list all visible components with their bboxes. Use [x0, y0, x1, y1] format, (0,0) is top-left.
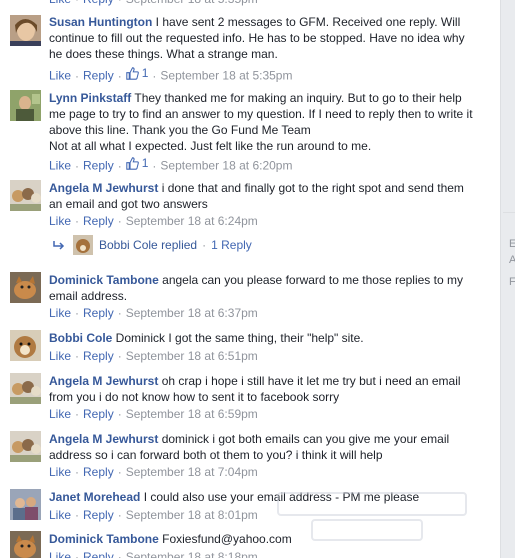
sidebar-letter: A	[509, 254, 515, 266]
right-sidebar: E A F	[500, 0, 515, 558]
comment-timestamp[interactable]: September 18 at 7:04pm	[126, 465, 258, 479]
sidebar-letter: F	[509, 276, 515, 288]
avatar[interactable]	[10, 90, 41, 121]
comment-text: Dominick I got the same thing, their "he…	[115, 331, 364, 345]
like-link[interactable]: Like	[49, 69, 71, 83]
comment-actions: Like · Reply · 1 · September 18 at 6:20pm	[49, 155, 293, 173]
reply-link[interactable]: Reply	[83, 0, 114, 6]
comment-author[interactable]: Lynn Pinkstaff	[49, 91, 131, 105]
like-link[interactable]: Like	[49, 306, 71, 320]
reply-link[interactable]: Reply	[83, 407, 114, 421]
comment-timestamp[interactable]: September 18 at 6:24pm	[126, 214, 258, 228]
like-link[interactable]: Like	[49, 465, 71, 479]
comment-timestamp[interactable]: September 18 at 6:51pm	[126, 349, 258, 363]
reply-author[interactable]: Bobbi Cole	[99, 235, 158, 255]
avatar[interactable]	[10, 431, 41, 462]
avatar	[73, 235, 93, 255]
reply-count[interactable]: 1 Reply	[211, 235, 252, 255]
like-link[interactable]: Like	[49, 349, 71, 363]
comment-actions: Like · Reply · 1 · September 18 at 5:35pm	[49, 65, 293, 83]
comment-timestamp[interactable]: September 18 at 8:18pm	[126, 550, 258, 558]
comment-timestamp[interactable]: September 18 at 6:37pm	[126, 306, 258, 320]
comment-text-continued: Not at all what I expected. Just felt li…	[49, 139, 372, 153]
comment-actions: Like · Reply · September 18 at 8:01pm	[49, 508, 258, 522]
reply-link[interactable]: Reply	[83, 349, 114, 363]
thumbs-up-icon	[125, 156, 139, 170]
comment-author[interactable]: Susan Huntington	[49, 15, 152, 29]
avatar[interactable]	[10, 489, 41, 520]
comment-author[interactable]: Angela M Jewhurst	[49, 374, 158, 388]
comment-actions: Like · Reply · September 18 at 6:51pm	[49, 349, 258, 363]
comment-author[interactable]: Dominick Tambone	[49, 273, 159, 287]
like-link[interactable]: Like	[49, 508, 71, 522]
avatar[interactable]	[10, 330, 41, 361]
comment-actions: Like · Reply · September 18 at 6:59pm	[49, 407, 258, 421]
comment-timestamp[interactable]: September 18 at 5:35pm	[160, 69, 292, 83]
comment-timestamp[interactable]: September 18 at 5:35pm	[126, 0, 258, 6]
comment-timestamp[interactable]: September 18 at 6:20pm	[160, 159, 292, 173]
reply-arrow-icon	[53, 241, 65, 250]
comment-author[interactable]: Bobbi Cole	[49, 331, 112, 345]
like-count[interactable]: 1	[125, 65, 148, 81]
watermark-logo	[277, 492, 467, 541]
comment-actions: Like · Reply · September 18 at 8:18pm	[49, 549, 258, 558]
comment-author[interactable]: Angela M Jewhurst	[49, 432, 158, 446]
reply-link[interactable]: Reply	[83, 508, 114, 522]
reply-link[interactable]: Reply	[83, 306, 114, 320]
replies-summary[interactable]: Bobbi Cole replied · 1 Reply	[53, 235, 252, 255]
thumbs-up-icon	[125, 66, 139, 80]
comment-feed: Like·Reply·September 18 at 5:35pm Susan …	[0, 0, 500, 558]
comment-actions-partial: Like·Reply·September 18 at 5:35pm	[49, 0, 258, 7]
like-link[interactable]: Like	[49, 0, 71, 6]
reply-link[interactable]: Reply	[83, 465, 114, 479]
divider	[503, 212, 515, 213]
like-count[interactable]: 1	[125, 155, 148, 171]
reply-link[interactable]: Reply	[83, 214, 114, 228]
reply-link[interactable]: Reply	[83, 69, 114, 83]
like-link[interactable]: Like	[49, 159, 71, 173]
comment-actions: Like · Reply · September 18 at 6:37pm	[49, 306, 258, 320]
sidebar-letter: E	[509, 238, 515, 250]
reply-link[interactable]: Reply	[83, 159, 114, 173]
reply-link[interactable]: Reply	[83, 550, 114, 558]
like-link[interactable]: Like	[49, 407, 71, 421]
avatar[interactable]	[10, 15, 41, 46]
comment-timestamp[interactable]: September 18 at 6:59pm	[126, 407, 258, 421]
comment-author[interactable]: Angela M Jewhurst	[49, 181, 158, 195]
like-link[interactable]: Like	[49, 550, 71, 558]
comment-author[interactable]: Dominick Tambone	[49, 532, 159, 546]
comment-author[interactable]: Janet Morehead	[49, 490, 140, 504]
reply-action: replied	[161, 238, 198, 252]
avatar[interactable]	[10, 373, 41, 404]
comment-timestamp[interactable]: September 18 at 8:01pm	[126, 508, 258, 522]
like-link[interactable]: Like	[49, 214, 71, 228]
comment-actions: Like · Reply · September 18 at 7:04pm	[49, 465, 258, 479]
comment-actions: Like · Reply · September 18 at 6:24pm	[49, 214, 258, 228]
avatar[interactable]	[10, 180, 41, 211]
avatar[interactable]	[10, 531, 41, 558]
avatar[interactable]	[10, 272, 41, 303]
